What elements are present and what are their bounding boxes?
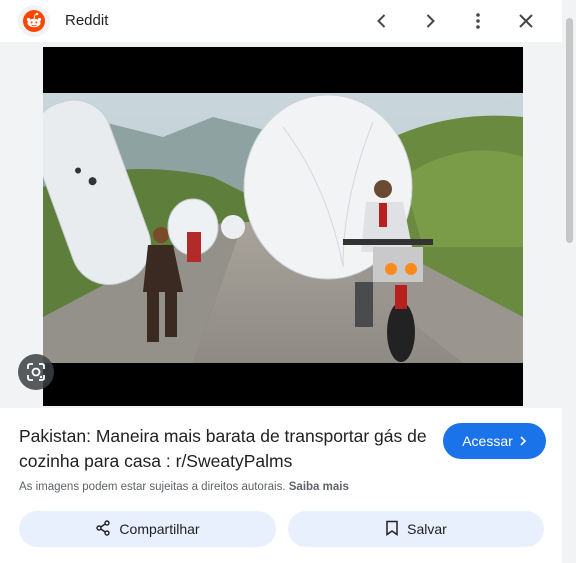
chevron-right-icon[interactable] (418, 9, 442, 33)
learn-more-link[interactable]: Saiba mais (289, 481, 349, 493)
visit-button-label: Acessar (462, 433, 513, 449)
scrollbar-thumb[interactable] (566, 18, 573, 243)
google-lens-icon[interactable] (18, 354, 54, 390)
bookmark-icon (385, 520, 399, 539)
share-button[interactable]: Compartilhar (19, 511, 276, 547)
site-name[interactable]: Reddit (65, 12, 108, 29)
more-vert-icon[interactable] (466, 9, 490, 33)
copyright-text: As imagens podem estar sujeitas a direit… (19, 481, 286, 493)
visit-button[interactable]: Acessar (443, 423, 546, 459)
save-button[interactable]: Salvar (288, 511, 544, 547)
close-icon[interactable] (514, 9, 538, 33)
chevron-right-icon (519, 433, 527, 449)
preview-image[interactable] (43, 47, 523, 406)
save-label: Salvar (407, 521, 447, 537)
reddit-logo-icon[interactable] (18, 5, 50, 37)
viewer-header: Reddit (0, 0, 562, 42)
result-title[interactable]: Pakistan: Maneira mais barata de transpo… (19, 424, 429, 474)
share-icon (95, 519, 111, 539)
share-label: Compartilhar (119, 521, 200, 537)
copyright-notice: As imagens podem estar sujeitas a direit… (19, 481, 349, 493)
chevron-left-icon[interactable] (370, 9, 394, 33)
